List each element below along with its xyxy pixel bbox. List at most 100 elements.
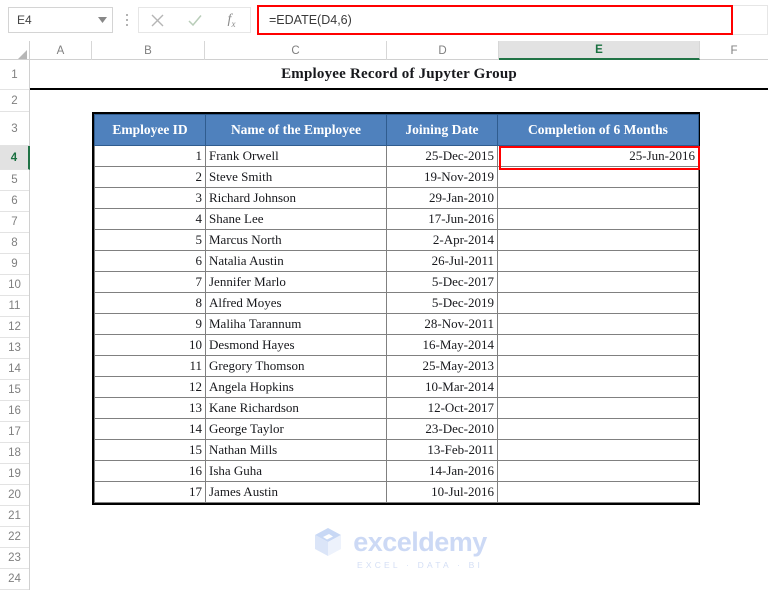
table-row[interactable]: 14 George Taylor 23-Dec-2010 — [94, 418, 699, 440]
fx-icon[interactable]: fx — [217, 8, 247, 32]
cell-joining-date[interactable]: 12-Oct-2017 — [386, 397, 498, 419]
cell-joining-date[interactable]: 25-May-2013 — [386, 355, 498, 377]
cell-completion[interactable] — [497, 418, 699, 440]
cell-employee-name[interactable]: Maliha Tarannum — [205, 313, 387, 335]
cell-employee-name[interactable]: Steve Smith — [205, 166, 387, 188]
cell-completion[interactable] — [497, 229, 699, 251]
cell-joining-date[interactable]: 10-Mar-2014 — [386, 376, 498, 398]
cell-joining-date[interactable]: 19-Nov-2019 — [386, 166, 498, 188]
table-row[interactable]: 12 Angela Hopkins 10-Mar-2014 — [94, 376, 699, 398]
cell-employee-name[interactable]: Gregory Thomson — [205, 355, 387, 377]
cell-employee-name[interactable]: Alfred Moyes — [205, 292, 387, 314]
cell-employee-id[interactable]: 11 — [94, 355, 206, 377]
check-icon[interactable] — [180, 8, 210, 32]
cell-completion[interactable] — [497, 208, 699, 230]
row-header-20[interactable]: 20 — [0, 485, 29, 506]
row-header-8[interactable]: 8 — [0, 233, 29, 254]
column-header-c[interactable]: C — [205, 41, 387, 60]
row-header-10[interactable]: 10 — [0, 275, 29, 296]
cell-employee-name[interactable]: George Taylor — [205, 418, 387, 440]
cell-employee-name[interactable]: James Austin — [205, 481, 387, 503]
formula-input[interactable]: =EDATE(D4,6) — [257, 5, 733, 35]
row-header-24[interactable]: 24 — [0, 569, 29, 590]
column-header-a[interactable]: A — [30, 41, 92, 60]
table-row[interactable]: 2 Steve Smith 19-Nov-2019 — [94, 166, 699, 188]
row-header-16[interactable]: 16 — [0, 401, 29, 422]
cell-employee-id[interactable]: 6 — [94, 250, 206, 272]
cell-joining-date[interactable]: 29-Jan-2010 — [386, 187, 498, 209]
cell-employee-id[interactable]: 13 — [94, 397, 206, 419]
cell-employee-id[interactable]: 15 — [94, 439, 206, 461]
row-header-23[interactable]: 23 — [0, 548, 29, 569]
cell-employee-name[interactable]: Shane Lee — [205, 208, 387, 230]
row-header-9[interactable]: 9 — [0, 254, 29, 275]
cell-employee-name[interactable]: Angela Hopkins — [205, 376, 387, 398]
table-row[interactable]: 11 Gregory Thomson 25-May-2013 — [94, 355, 699, 377]
table-row[interactable]: 15 Nathan Mills 13-Feb-2011 — [94, 439, 699, 461]
column-header-f[interactable]: F — [700, 41, 768, 60]
cell-completion[interactable] — [497, 187, 699, 209]
table-row[interactable]: 3 Richard Johnson 29-Jan-2010 — [94, 187, 699, 209]
row-header-13[interactable]: 13 — [0, 338, 29, 359]
cell-employee-id[interactable]: 14 — [94, 418, 206, 440]
cell-joining-date[interactable]: 17-Jun-2016 — [386, 208, 498, 230]
cell-completion[interactable] — [497, 334, 699, 356]
cell-joining-date[interactable]: 5-Dec-2019 — [386, 292, 498, 314]
row-header-3[interactable]: 3 — [0, 112, 29, 146]
cell-joining-date[interactable]: 25-Dec-2015 — [386, 145, 498, 167]
cell-completion[interactable] — [497, 439, 699, 461]
table-row[interactable]: 10 Desmond Hayes 16-May-2014 — [94, 334, 699, 356]
cell-joining-date[interactable]: 26-Jul-2011 — [386, 250, 498, 272]
cell-completion[interactable] — [497, 397, 699, 419]
cell-completion[interactable] — [497, 460, 699, 482]
cell-joining-date[interactable]: 2-Apr-2014 — [386, 229, 498, 251]
row-header-21[interactable]: 21 — [0, 506, 29, 527]
cell-joining-date[interactable]: 10-Jul-2016 — [386, 481, 498, 503]
cell-completion[interactable] — [497, 481, 699, 503]
row-header-15[interactable]: 15 — [0, 380, 29, 401]
row-header-6[interactable]: 6 — [0, 191, 29, 212]
cell-completion[interactable] — [497, 271, 699, 293]
select-all-corner[interactable] — [0, 41, 30, 60]
row-header-19[interactable]: 19 — [0, 464, 29, 485]
cell-employee-id[interactable]: 2 — [94, 166, 206, 188]
column-header-e[interactable]: E — [499, 41, 700, 60]
row-header-11[interactable]: 11 — [0, 296, 29, 317]
cell-employee-id[interactable]: 10 — [94, 334, 206, 356]
cell-employee-id[interactable]: 7 — [94, 271, 206, 293]
cell-joining-date[interactable]: 13-Feb-2011 — [386, 439, 498, 461]
table-row[interactable]: 1 Frank Orwell 25-Dec-2015 25-Jun-2016 — [94, 145, 699, 167]
cell-completion[interactable] — [497, 313, 699, 335]
cell-completion[interactable] — [497, 355, 699, 377]
cell-employee-id[interactable]: 9 — [94, 313, 206, 335]
table-row[interactable]: 17 James Austin 10-Jul-2016 — [94, 481, 699, 503]
cell-employee-name[interactable]: Marcus North — [205, 229, 387, 251]
cell-employee-name[interactable]: Richard Johnson — [205, 187, 387, 209]
cell-employee-id[interactable]: 12 — [94, 376, 206, 398]
row-header-4[interactable]: 4 — [0, 146, 30, 170]
row-header-5[interactable]: 5 — [0, 170, 29, 191]
row-header-22[interactable]: 22 — [0, 527, 29, 548]
cell-employee-name[interactable]: Isha Guha — [205, 460, 387, 482]
cell-employee-name[interactable]: Jennifer Marlo — [205, 271, 387, 293]
cell-completion[interactable] — [497, 250, 699, 272]
table-row[interactable]: 9 Maliha Tarannum 28-Nov-2011 — [94, 313, 699, 335]
cell-joining-date[interactable]: 23-Dec-2010 — [386, 418, 498, 440]
cell-employee-id[interactable]: 8 — [94, 292, 206, 314]
table-row[interactable]: 13 Kane Richardson 12-Oct-2017 — [94, 397, 699, 419]
row-header-1[interactable]: 1 — [0, 60, 29, 90]
cell-employee-id[interactable]: 16 — [94, 460, 206, 482]
cell-employee-name[interactable]: Frank Orwell — [205, 145, 387, 167]
cell-employee-name[interactable]: Kane Richardson — [205, 397, 387, 419]
cell-joining-date[interactable]: 28-Nov-2011 — [386, 313, 498, 335]
cell-employee-id[interactable]: 3 — [94, 187, 206, 209]
cell-joining-date[interactable]: 5-Dec-2017 — [386, 271, 498, 293]
column-header-d[interactable]: D — [387, 41, 499, 60]
close-icon[interactable] — [143, 8, 173, 32]
cell-completion[interactable] — [497, 376, 699, 398]
row-header-18[interactable]: 18 — [0, 443, 29, 464]
row-header-2[interactable]: 2 — [0, 90, 29, 112]
cell-joining-date[interactable]: 16-May-2014 — [386, 334, 498, 356]
cell-employee-id[interactable]: 5 — [94, 229, 206, 251]
table-row[interactable]: 6 Natalia Austin 26-Jul-2011 — [94, 250, 699, 272]
